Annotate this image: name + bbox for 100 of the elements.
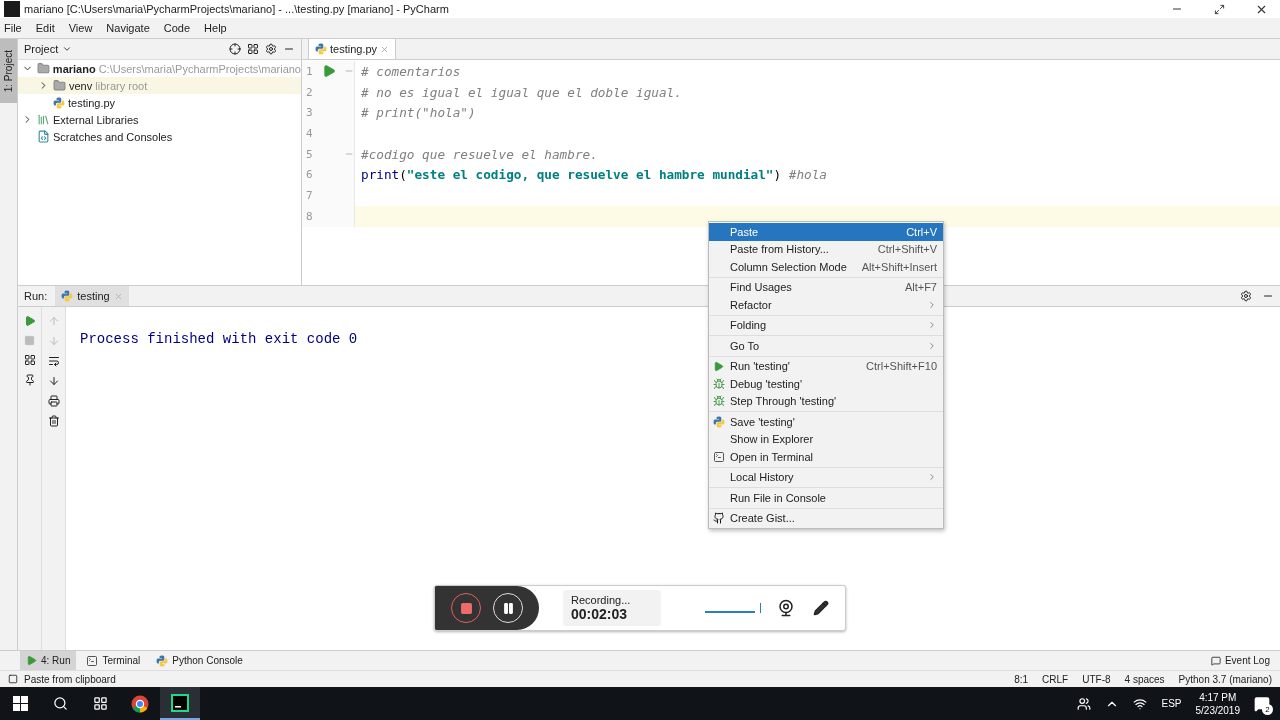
line-number: 2	[306, 85, 314, 99]
run-label: Run:	[24, 290, 48, 302]
menu-item[interactable]: Paste Ctrl+V	[709, 223, 943, 241]
tree-item-label: mariano	[52, 62, 96, 75]
tree-item[interactable]: venv library root	[18, 77, 301, 94]
webcam-icon[interactable]	[777, 599, 795, 617]
menu-item[interactable]: Code	[163, 22, 191, 34]
clock-date[interactable]: 5/23/2019	[1195, 703, 1240, 717]
app-icon	[4, 1, 20, 17]
menu-item[interactable]: Create Gist...	[709, 509, 943, 527]
menu-item[interactable]: Folding	[709, 316, 943, 334]
run-icon	[26, 655, 37, 666]
scroll-to-end-icon[interactable]	[47, 375, 60, 387]
line-number: 7	[306, 188, 314, 202]
menu-item[interactable]: Find Usages Alt+F7	[709, 278, 943, 296]
recording-status: Recording...	[571, 594, 632, 606]
code-line: #codigo que resuelve el hambre.	[361, 146, 598, 162]
menu-item[interactable]: Debug 'testing'	[709, 375, 943, 393]
pencil-icon[interactable]	[813, 600, 829, 616]
menu-item[interactable]: Show in Explorer	[709, 430, 943, 448]
menu-item[interactable]: Navigate	[106, 22, 150, 34]
pycharm-icon[interactable]	[160, 687, 200, 720]
menu-item[interactable]: Run 'testing' Ctrl+Shift+F10	[709, 357, 943, 375]
console-output: Process finished with exit code 0	[80, 331, 358, 349]
line-number: 3	[306, 106, 314, 120]
line-number: 1	[306, 64, 314, 78]
menu-item[interactable]: File	[4, 22, 22, 34]
tree-item[interactable]: Scratches and Consoles	[18, 128, 301, 145]
rerun-icon[interactable]	[23, 315, 36, 327]
tool-window-tab[interactable]: Terminal	[80, 651, 147, 670]
tree-item-label: testing.py	[68, 96, 116, 109]
project-tool-button[interactable]: 1: Project	[0, 39, 17, 103]
line-number: 5	[306, 147, 314, 161]
folder-icon	[36, 62, 50, 75]
layout-icon[interactable]	[23, 354, 36, 366]
tree-item[interactable]: mariano C:\Users\maria\PycharmProjects\mariano	[18, 60, 301, 77]
trash-icon[interactable]	[47, 415, 60, 427]
volume-slider[interactable]	[705, 603, 761, 613]
print-icon[interactable]	[47, 395, 60, 407]
tree-item-label: External Libraries	[53, 113, 139, 126]
notification-count: 2	[1262, 703, 1273, 715]
menu-item[interactable]: Local History	[709, 468, 943, 486]
pin-icon[interactable]	[23, 374, 36, 386]
run-icon[interactable]	[322, 64, 336, 79]
python-icon	[315, 43, 327, 55]
libraries-icon	[37, 113, 50, 126]
status-item[interactable]: UTF-8	[1082, 673, 1111, 685]
menu-item[interactable]: Column Selection Mode Alt+Shift+Insert	[709, 258, 943, 276]
clock-time[interactable]: 4:17 PM	[1199, 690, 1237, 704]
menu-item[interactable]: Help	[204, 22, 227, 34]
tool-window-tab[interactable]: Python Console	[150, 651, 249, 670]
settings-icon[interactable]	[1240, 290, 1252, 302]
stop-icon	[459, 601, 473, 615]
line-number: 4	[306, 126, 314, 140]
event-log-button[interactable]: Event Log	[1210, 655, 1270, 666]
collapse-icon[interactable]	[247, 43, 259, 55]
python-icon	[53, 96, 65, 109]
menu-item[interactable]: Run File in Console	[709, 489, 943, 507]
line-number: 6	[306, 168, 314, 182]
tool-window-tab[interactable]: 4: Run	[20, 651, 77, 670]
settings-icon[interactable]	[265, 43, 277, 55]
status-item[interactable]: Python 3.7 (mariano)	[1178, 673, 1272, 685]
status-item[interactable]: 8:1	[1014, 673, 1029, 685]
tree-item-label: Scratches and Consoles	[53, 130, 173, 143]
locate-icon[interactable]	[229, 43, 241, 55]
tree-item-label: venv	[69, 79, 93, 92]
wifi-icon[interactable]	[1133, 696, 1148, 711]
code-line: # print("hola")	[361, 105, 476, 121]
menu-item[interactable]: Refactor	[709, 296, 943, 314]
python-icon	[713, 415, 725, 428]
people-icon[interactable]	[1077, 696, 1092, 711]
status-item[interactable]: 4 spaces	[1124, 673, 1165, 685]
run-icon	[713, 360, 724, 372]
menu-item[interactable]: Open in Terminal	[709, 448, 943, 466]
menu-item[interactable]: Paste from History... Ctrl+Shift+V	[709, 240, 943, 258]
code-line: # no es igual el igual que el doble igual.	[361, 84, 682, 100]
tree-item-hint: library root	[95, 79, 148, 92]
soft-wrap-icon[interactable]	[47, 355, 60, 367]
menu-item[interactable]: Edit	[35, 22, 55, 34]
project-dropdown[interactable]: Project	[24, 43, 73, 55]
folder-icon	[53, 79, 66, 92]
run-tab[interactable]: testing	[55, 286, 129, 306]
caret-icon	[62, 44, 73, 54]
menu-item[interactable]: Save 'testing'	[709, 413, 943, 431]
tree-item-hint: C:\Users\maria\PycharmProjects\mariano	[98, 62, 301, 75]
menu-item[interactable]: View	[68, 22, 93, 34]
menu-item[interactable]: Go To	[709, 337, 943, 355]
pause-icon	[501, 601, 515, 615]
terminal-icon	[713, 450, 725, 463]
editor-tab[interactable]: testing.py	[308, 39, 397, 59]
tree-item[interactable]: testing.py	[18, 94, 301, 111]
status-item[interactable]: CRLF	[1042, 673, 1069, 685]
bug-icon	[713, 377, 725, 390]
menu-item[interactable]: Step Through 'testing'	[709, 392, 943, 410]
scratches-icon	[37, 130, 50, 143]
status-icon	[8, 674, 18, 684]
language-indicator[interactable]: ESP	[1161, 698, 1182, 709]
line-number: 8	[306, 209, 314, 223]
tree-item[interactable]: External Libraries	[18, 111, 301, 128]
code-line: print("este el codigo, que resuelve el hambre mundial") #hola	[361, 167, 827, 183]
